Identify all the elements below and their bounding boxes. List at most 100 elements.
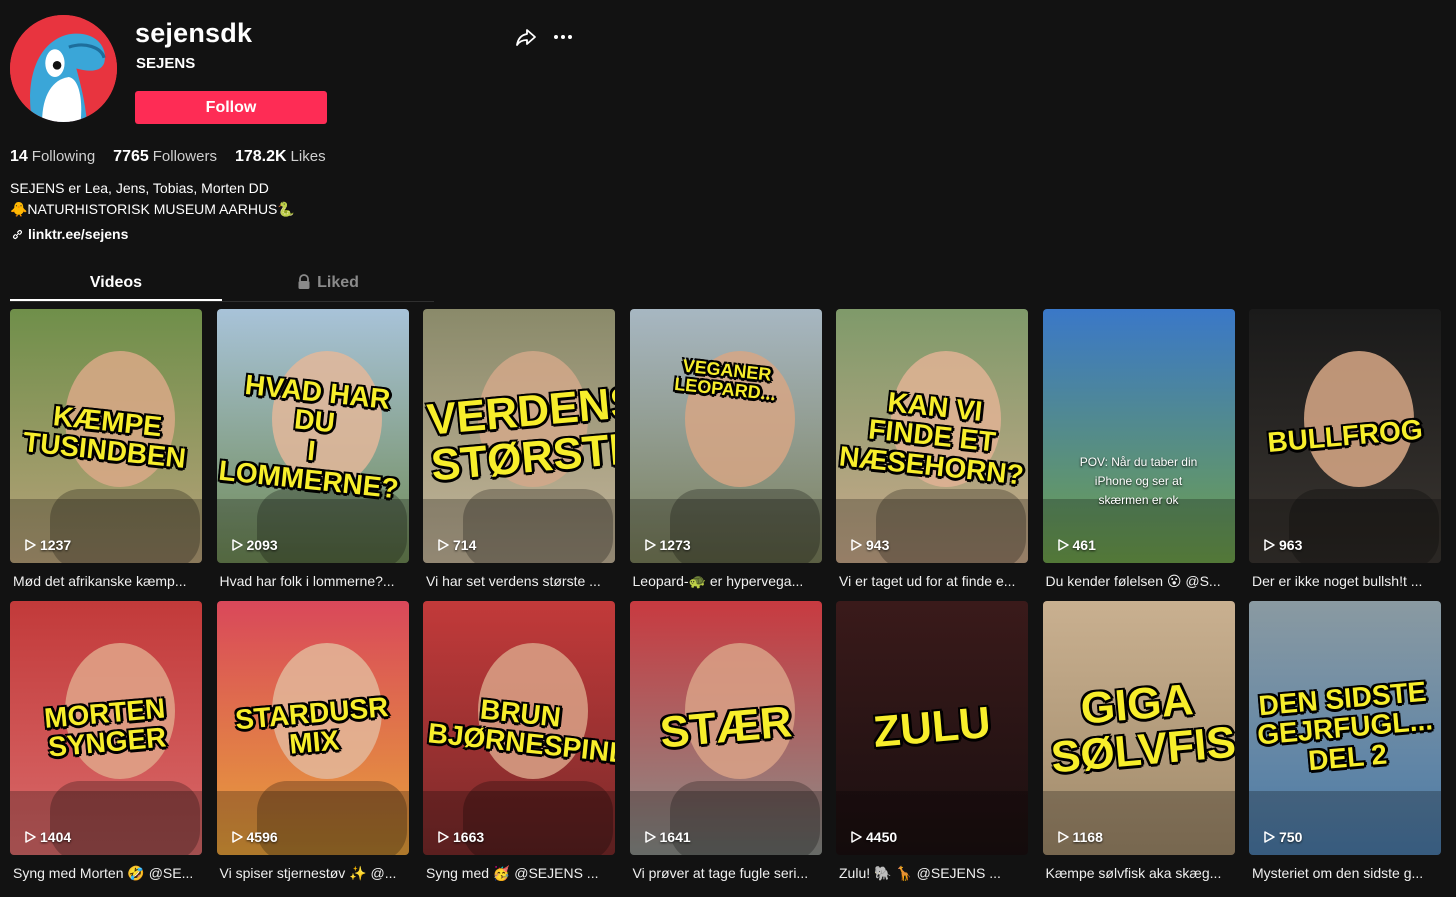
thumbnail-overlay-text: POV: Når du taber din iPhone og ser at s… [1079,454,1198,508]
video-thumbnail[interactable]: STARDUSR MIX 4596 [216,601,409,855]
video-card[interactable]: POV: Når du taber din iPhone og ser at s… [1042,309,1235,593]
view-count-value: 2093 [246,537,278,553]
view-count: 750 [1263,829,1302,845]
video-card[interactable]: ZULU 4450 Zulu! 🐘 🦒 @SEJENS ... [836,601,1028,885]
view-count: 2093 [231,537,278,553]
play-icon [851,831,862,843]
video-description[interactable]: Vi spiser stjernestøv ✨ @... [217,863,409,885]
likes-stat: 178.2K Likes [235,148,326,166]
tab-liked[interactable]: Liked [222,264,434,301]
nickname: SEJENS [136,55,196,72]
thumbnail-overlay-text: DEN SIDSTE GEJRFUGL... DEL 2 [1256,675,1434,776]
view-count-value: 4596 [246,829,278,845]
video-description[interactable]: Der er ikke noget bullsh!t ... [1249,571,1441,593]
video-thumbnail[interactable]: KÆMPE TUSINDBEN 1237 [10,309,202,563]
view-count: 4596 [231,829,278,845]
video-thumbnail[interactable]: HVAD HAR DU I LOMMERNE? 2093 [216,309,409,563]
play-icon [438,831,449,843]
view-count-value: 4450 [866,829,898,845]
video-description[interactable]: Mysteriet om den sidste g... [1249,863,1441,885]
video-description[interactable]: Leopard-🐢 er hypervega... [630,571,822,593]
video-thumbnail[interactable]: MORTEN SYNGER 1404 [10,601,202,855]
bio-link[interactable]: linktr.ee/sejens [11,226,128,242]
following-label: Following [31,148,96,165]
bio-line-1: SEJENS er Lea, Jens, Tobias, Morten DD [10,180,269,196]
play-icon [1264,539,1275,551]
video-description[interactable]: Syng med Morten 🤣 @SE... [10,863,202,885]
bio-line-2: 🐥NATURHISTORISK MUSEUM AARHUS🐍 [10,201,295,217]
view-count-value: 1404 [40,829,72,845]
video-card[interactable]: DEN SIDSTE GEJRFUGL... DEL 2 750 Mysteriet… [1249,601,1441,885]
link-icon [12,229,23,239]
video-thumbnail[interactable]: GIGA SØLVFISK 1168 [1042,601,1235,855]
tab-videos[interactable]: Videos [10,264,222,301]
likes-label: Likes [290,148,326,165]
view-count-value: 750 [1279,829,1303,845]
avatar[interactable] [10,15,117,122]
following-count: 14 [10,148,28,165]
view-count: 1237 [24,537,71,553]
more-options-icon[interactable] [551,25,575,49]
play-icon [1057,831,1069,843]
thumbnail-art [1042,309,1235,563]
video-description[interactable]: Kæmpe sølvfisk aka skæg... [1043,863,1235,885]
bio: SEJENS er Lea, Jens, Tobias, Morten DD 🐥… [10,178,295,220]
username: sejensdk [135,18,253,48]
video-card[interactable]: GIGA SØLVFISK 1168 Kæmpe sølvfisk aka skæg… [1042,601,1235,885]
likes-count: 178.2K [234,148,287,165]
video-description[interactable]: Hvad har folk i lommerne?... [217,571,409,593]
play-icon [25,831,36,843]
view-count: 714 [437,537,476,553]
lock-icon [298,274,310,289]
video-card[interactable]: HVAD HAR DU I LOMMERNE? 2093 Hvad har folk… [216,309,409,593]
following-stat[interactable]: 14 Following [10,148,95,166]
video-card[interactable]: VEGANER LEOPARD... 1273 Leopard-🐢 er hyper… [629,309,822,593]
video-description[interactable]: Du kender følelsen 😮 @S... [1043,571,1235,593]
profile-stats: 14 Following 7765 Followers 178.2K Likes [10,148,326,166]
video-card[interactable]: VERDENS STØRSTE!!! 714 Vi har set verdens … [423,309,615,593]
video-thumbnail[interactable]: ZULU 4450 [836,601,1028,855]
video-description[interactable]: Vi har set verdens største ... [423,571,615,593]
thumbnail-art [629,309,822,563]
video-description[interactable]: Zulu! 🐘 🦒 @SEJENS ... [836,863,1028,885]
play-icon [231,539,243,551]
view-count: 1663 [437,829,484,845]
video-card[interactable]: KÆMPE TUSINDBEN 1237 Mød det afrikanske kæ… [10,309,202,593]
view-count: 4450 [850,829,897,845]
view-count: 963 [1263,537,1302,553]
video-description[interactable]: Syng med 🥳 @SEJENS ... [423,863,615,885]
tab-liked-label: Liked [317,274,359,291]
view-count: 943 [850,537,889,553]
view-count-value: 963 [1279,537,1303,553]
follow-button[interactable]: Follow [135,91,327,124]
bio-link-text: linktr.ee/sejens [28,226,129,242]
video-thumbnail[interactable]: DEN SIDSTE GEJRFUGL... DEL 2 750 [1249,601,1441,855]
view-count-value: 714 [453,537,477,553]
view-count-value: 1168 [1072,829,1103,845]
play-icon [1264,831,1275,843]
share-icon[interactable] [514,25,538,49]
video-card[interactable]: STARDUSR MIX 4596 Vi spiser stjernestøv ✨ … [216,601,409,885]
video-card[interactable]: BRUN BJØRNESPINDER 1663 Syng med 🥳 @SEJENS… [423,601,615,885]
video-description[interactable]: Vi er taget ud for at finde e... [836,571,1028,593]
video-thumbnail[interactable]: KAN VI FINDE ET NÆSEHORN? 943 [836,309,1028,563]
video-grid: KÆMPE TUSINDBEN 1237 Mød det afrikanske kæ… [10,309,1441,885]
video-thumbnail[interactable]: BULLFROG 963 [1249,309,1441,563]
followers-count: 7765 [113,148,149,165]
followers-stat[interactable]: 7765 Followers [113,148,217,166]
view-count: 1168 [1057,829,1103,845]
video-card[interactable]: KAN VI FINDE ET NÆSEHORN? 943 Vi er taget … [836,309,1028,593]
video-description[interactable]: Mød det afrikanske kæmp... [10,571,202,593]
video-thumbnail[interactable]: VERDENS STØRSTE!!! 714 [423,309,615,563]
video-description[interactable]: Vi prøver at tage fugle seri... [630,863,822,885]
video-thumbnail[interactable]: STÆR 1641 [629,601,822,855]
video-card[interactable]: STÆR 1641 Vi prøver at tage fugle seri... [629,601,822,885]
video-thumbnail[interactable]: POV: Når du taber din iPhone og ser at s… [1042,309,1235,563]
video-thumbnail[interactable]: VEGANER LEOPARD... 1273 [629,309,822,563]
thumbnail-overlay-text: GIGA SØLVFISK [1048,675,1235,783]
video-card[interactable]: MORTEN SYNGER 1404 Syng med Morten 🤣 @SE..… [10,601,202,885]
thumbnail-overlay-text: KAN VI FINDE ET NÆSEHORN? [837,386,1026,491]
video-card[interactable]: BULLFROG 963 Der er ikke noget bullsh!t ..… [1249,309,1441,593]
view-count: 461 [1057,537,1096,553]
video-thumbnail[interactable]: BRUN BJØRNESPINDER 1663 [423,601,615,855]
